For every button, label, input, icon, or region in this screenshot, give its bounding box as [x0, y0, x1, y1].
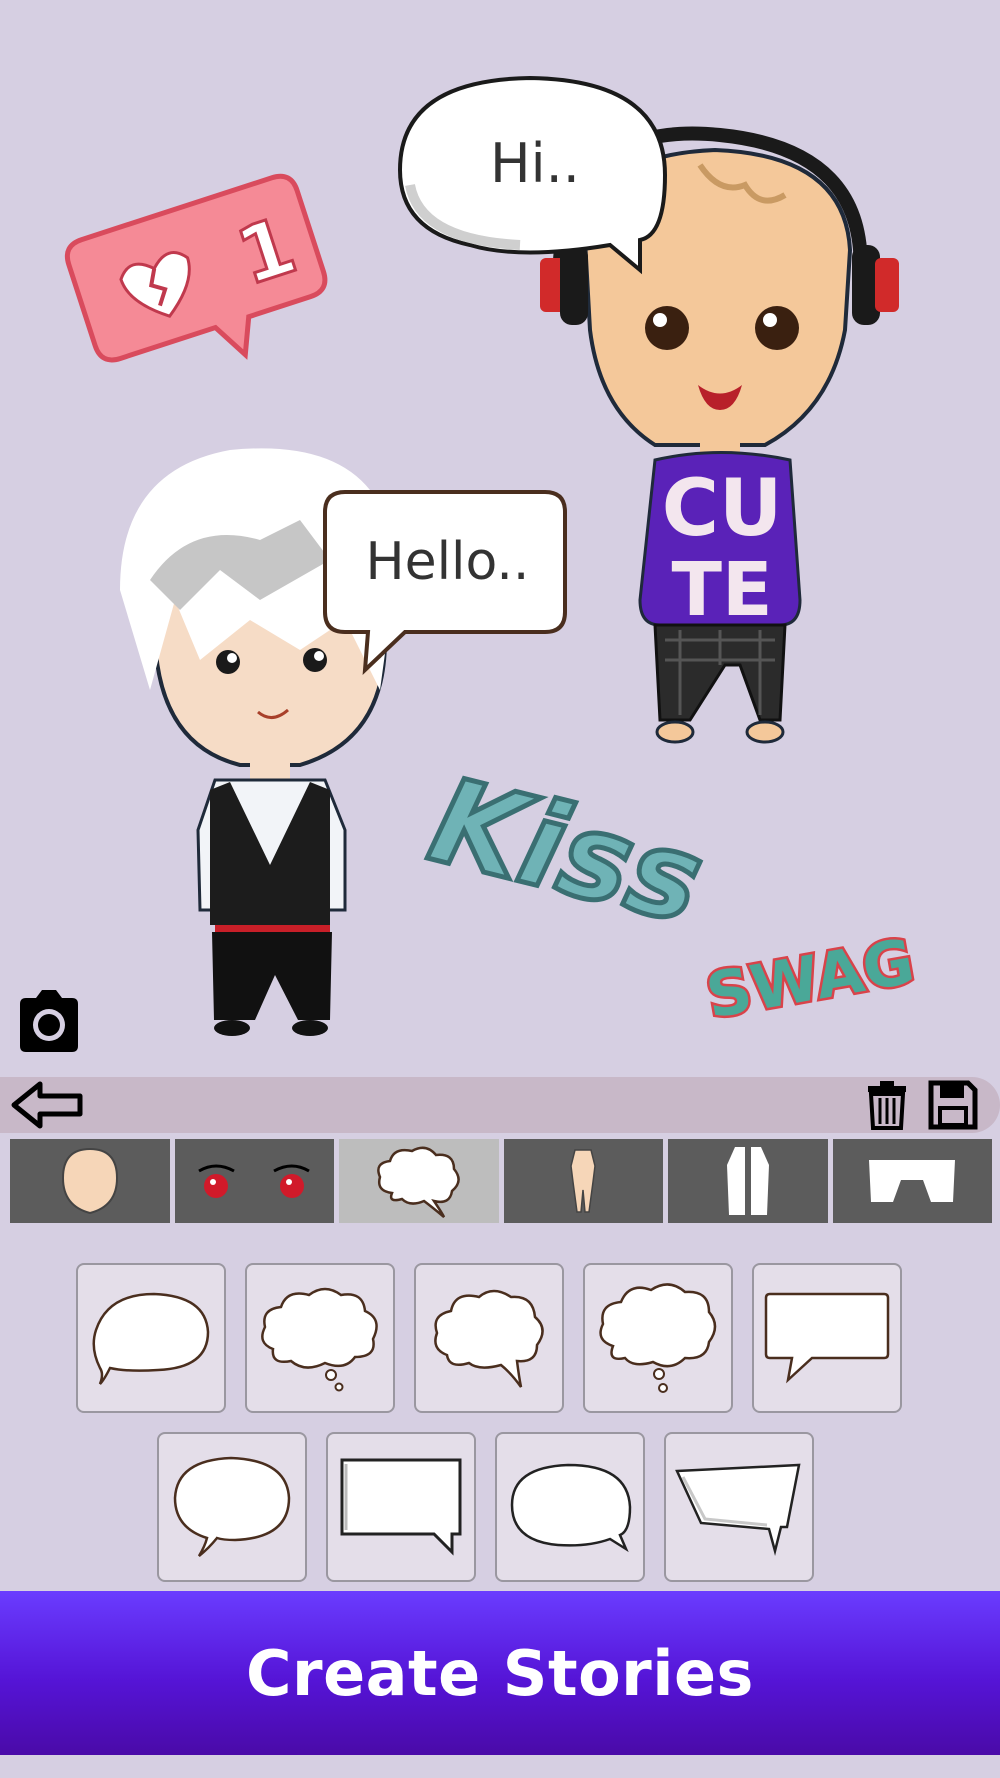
bubble-option-square-speech[interactable]: [326, 1432, 476, 1582]
hi-bubble-text: Hi..: [490, 132, 580, 195]
tab-shirt[interactable]: [668, 1139, 828, 1223]
swag-sticker[interactable]: SWAG: [698, 922, 922, 1035]
category-tabs: [10, 1139, 992, 1223]
broken-heart-like-sticker[interactable]: 1: [63, 172, 341, 398]
camera-button[interactable]: [14, 988, 84, 1054]
kiss-text: Kiss: [418, 751, 716, 951]
tab-face[interactable]: [10, 1139, 170, 1223]
create-stories-button[interactable]: Create Stories: [0, 1591, 1000, 1755]
bottom-strip: [0, 1755, 1000, 1778]
editor-toolbar: [0, 1077, 1000, 1133]
speech-bubble-icon: [376, 1146, 460, 1218]
avatar-canvas[interactable]: 1 CU TE Kiss SWAG Hi.. Hello..: [0, 0, 1000, 1075]
bubble-option-oval-speech-2[interactable]: [495, 1432, 645, 1582]
bubble-option-trapezoid-speech[interactable]: [664, 1432, 814, 1582]
square-speech-bubble-icon: [340, 1458, 462, 1556]
rect-speech-bubble-icon: [764, 1292, 890, 1384]
trash-icon: [868, 1081, 906, 1130]
back-arrow-icon: [11, 1081, 83, 1129]
hello-bubble-text: Hello..: [365, 532, 530, 592]
shirt-icon: [726, 1147, 769, 1215]
floppy-disk-icon: [928, 1080, 978, 1130]
bubble-option-rect-speech[interactable]: [752, 1263, 902, 1413]
save-button[interactable]: [928, 1080, 978, 1130]
camera-icon: [20, 990, 78, 1052]
create-stories-label: Create Stories: [246, 1636, 754, 1710]
oval-speech-bubble-icon: [92, 1292, 210, 1385]
bubble-option-cloud-thought-2[interactable]: [583, 1263, 733, 1413]
swag-text: SWAG: [701, 924, 920, 1032]
cloud-thought-bubble-icon: [261, 1287, 378, 1392]
kiss-sticker[interactable]: Kiss: [416, 748, 719, 953]
tab-speech-bubbles[interactable]: [339, 1139, 499, 1223]
eyes-icon: [198, 1164, 311, 1198]
shirt-text-cu: CU: [662, 464, 783, 554]
shirt-text-te: TE: [671, 547, 772, 633]
body-icon: [570, 1149, 597, 1213]
cloud-thought-bubble-icon: [599, 1283, 717, 1393]
bubble-option-oval-speech[interactable]: [76, 1263, 226, 1413]
pants-icon: [869, 1160, 956, 1202]
face-shape-icon: [61, 1147, 118, 1215]
oval-speech-bubble-icon: [510, 1463, 632, 1553]
bubble-option-cloud-speech[interactable]: [414, 1263, 564, 1413]
trapezoid-speech-bubble-icon: [675, 1463, 801, 1556]
tab-pants[interactable]: [832, 1139, 992, 1223]
cloud-speech-bubble-icon: [434, 1289, 544, 1388]
bubble-option-cloud-thought[interactable]: [245, 1263, 395, 1413]
round-speech-bubble-icon: [173, 1456, 291, 1557]
tab-body[interactable]: [503, 1139, 663, 1223]
bubble-option-round-speech[interactable]: [157, 1432, 307, 1582]
tab-eyes[interactable]: [174, 1139, 334, 1223]
delete-button[interactable]: [866, 1080, 908, 1130]
back-button[interactable]: [10, 1080, 84, 1130]
